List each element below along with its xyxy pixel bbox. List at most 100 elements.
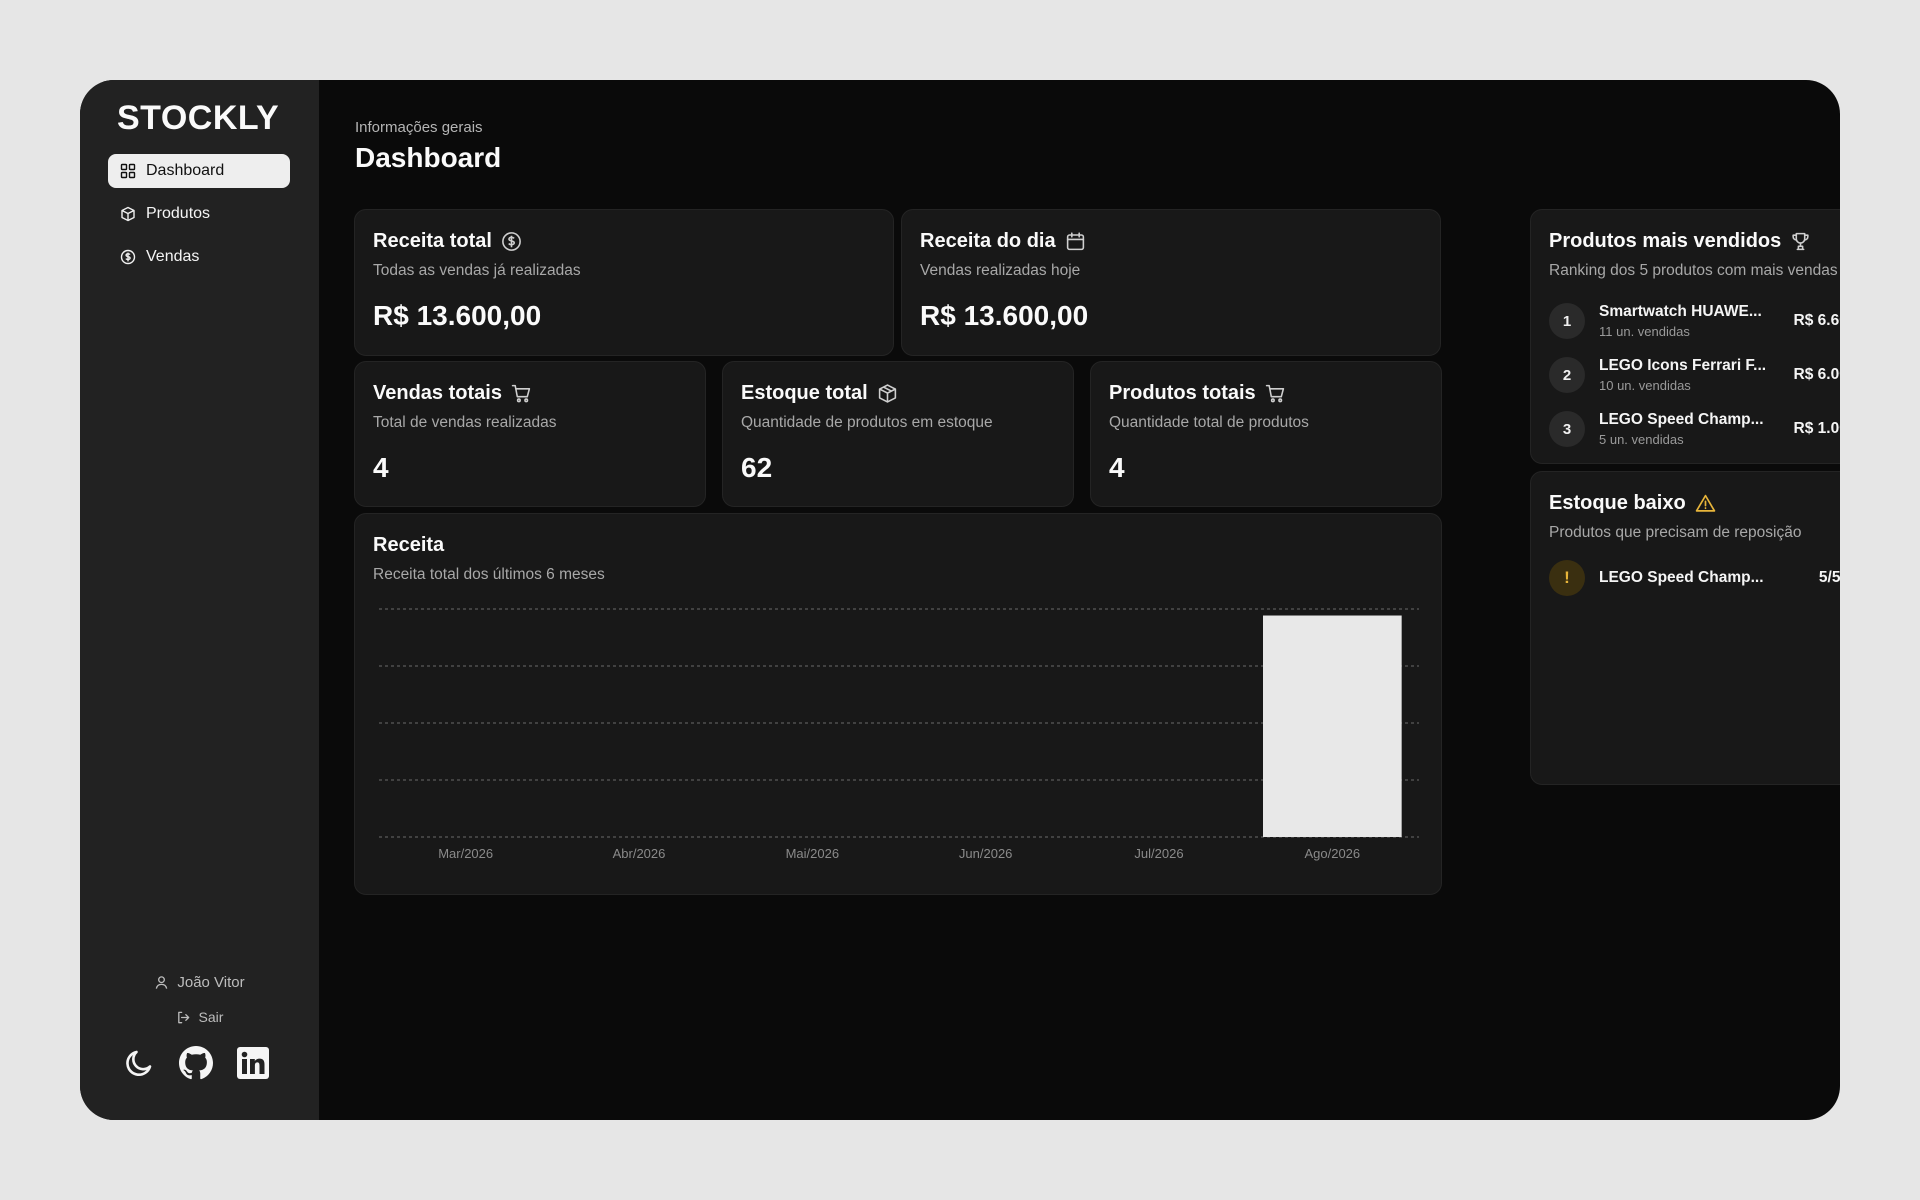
card-subtitle: Total de vendas realizadas [373, 414, 557, 431]
sidebar-item-dashboard[interactable]: Dashboard [108, 154, 290, 188]
page-eyebrow: Informações gerais [355, 119, 483, 136]
app-logo: STOCKLY [117, 99, 280, 137]
x-tick-label: Jun/2026 [959, 846, 1013, 861]
card-subtitle: Vendas realizadas hoje [920, 262, 1081, 279]
package-icon [878, 384, 896, 403]
card-title-text: Produtos mais vendidos [1549, 230, 1782, 252]
page-title: Dashboard [355, 142, 502, 173]
linkedin-link[interactable] [236, 1046, 270, 1080]
product-name: LEGO Icons Ferrari F... [1599, 357, 1767, 374]
product-revenue: R$ 6.000,00 [1793, 366, 1840, 383]
card-title: Produtos totais [1109, 382, 1286, 405]
sidebar-item-label: Produtos [146, 205, 211, 222]
user-icon [156, 975, 168, 989]
card-subtitle: Ranking dos 5 produtos com mais vendas [1549, 262, 1838, 279]
trophy-icon [1792, 232, 1809, 251]
sidebar-item-produtos[interactable]: Produtos [108, 197, 290, 231]
card-value: 4 [1109, 452, 1125, 483]
shopping-cart-icon [511, 384, 531, 403]
card-value: 62 [741, 452, 773, 483]
sidebar-item-label: Dashboard [146, 162, 225, 179]
product-qty: 11 un. vendidas [1599, 324, 1690, 339]
card-subtitle: Quantidade total de produtos [1109, 414, 1309, 431]
card-value: R$ 13.600,00 [920, 300, 1089, 331]
product-info: LEGO Speed Champ... 5 un. vendidas [1599, 411, 1779, 447]
list-item[interactable]: 3 LEGO Speed Champ... 5 un. vendidas R$ … [1549, 409, 1840, 449]
x-tick-label: Abr/2026 [613, 846, 666, 861]
stock-qty: 5/5 un. [1818, 569, 1840, 586]
card-produtos-totais: Produtos totais Quantidade total de prod… [1090, 361, 1442, 507]
card-subtitle: Quantidade de produtos em estoque [741, 414, 993, 431]
list-item[interactable]: ! LEGO Speed Champ... 5/5 un. [1549, 558, 1840, 598]
user-block: João Vitor Sair [80, 971, 319, 1041]
logout-label: Sair [198, 1009, 224, 1025]
logout-icon [177, 1011, 189, 1023]
card-top-products: Produtos mais vendidos Ranking dos 5 pro… [1530, 209, 1840, 464]
social-links [122, 1046, 270, 1080]
card-title-text: Vendas totais [373, 382, 502, 404]
card-title-text: Receita do dia [920, 230, 1056, 252]
x-tick-label: Jul/2026 [1134, 846, 1183, 861]
card-title-text: Receita total [373, 230, 492, 252]
card-vendas-totais: Vendas totais Total de vendas realizadas… [354, 361, 706, 507]
product-name: Smartwatch HUAWE... [1599, 303, 1762, 320]
x-tick-label: Ago/2026 [1304, 846, 1360, 861]
app-window: STOCKLY Dashboard Produtos Vendas João V… [80, 80, 1840, 1120]
card-receita-total: Receita total Todas as vendas já realiza… [354, 209, 894, 356]
rank-badge: 3 [1549, 411, 1585, 447]
x-tick-label: Mai/2026 [786, 846, 839, 861]
card-title-text: Produtos totais [1109, 382, 1256, 404]
card-title: Receita total [373, 230, 522, 253]
product-info: LEGO Icons Ferrari F... 10 un. vendidas [1599, 357, 1779, 393]
card-value: R$ 13.600,00 [373, 300, 542, 331]
card-value: 4 [373, 452, 389, 483]
product-revenue: R$ 6.600,00 [1793, 312, 1840, 329]
moon-icon [126, 1050, 152, 1076]
product-revenue: R$ 1.000,00 [1793, 420, 1840, 437]
logout-button[interactable]: Sair [80, 1006, 319, 1028]
main-content: Informações gerais Dashboard Receita tot… [319, 80, 1840, 1120]
revenue-bar-chart: Mar/2026 Abr/2026 Mai/2026 Jun/2026 Jul/2026… [379, 608, 1419, 861]
card-title: Receita do dia [920, 230, 1086, 253]
card-subtitle: Produtos que precisam de reposição [1549, 524, 1802, 541]
product-name: LEGO Speed Champ... [1599, 569, 1764, 586]
card-title-text: Estoque total [741, 382, 868, 404]
linkedin-icon [237, 1047, 269, 1079]
card-title: Estoque total [741, 382, 898, 405]
sidebar-nav: Dashboard Produtos Vendas [108, 154, 290, 283]
x-tick-label: Mar/2026 [438, 846, 493, 861]
rank-badge: 2 [1549, 357, 1585, 393]
warning-badge: ! [1549, 560, 1585, 596]
calendar-icon [1066, 232, 1084, 251]
sidebar-item-vendas[interactable]: Vendas [108, 240, 290, 274]
card-revenue-chart: Receita Receita total dos últimos 6 mese… [354, 513, 1442, 895]
rank-badge: 1 [1549, 303, 1585, 339]
theme-toggle-button[interactable] [122, 1046, 156, 1080]
sidebar-item-label: Vendas [146, 248, 200, 265]
card-title: Vendas totais [373, 382, 532, 405]
product-name: LEGO Speed Champ... [1599, 411, 1764, 428]
github-link[interactable] [179, 1046, 213, 1080]
card-subtitle: Todas as vendas já realizadas [373, 262, 581, 279]
warning-icon [1695, 494, 1715, 512]
grid-icon [120, 163, 136, 179]
chart-bar-ago-2026[interactable] [1263, 615, 1402, 837]
card-title-text: Estoque baixo [1549, 492, 1686, 514]
user-profile: João Vitor [80, 971, 319, 993]
dollar-circle-icon [502, 232, 521, 251]
dollar-circle-icon [120, 249, 136, 265]
product-qty: 10 un. vendidas [1599, 378, 1691, 393]
card-low-stock: Estoque baixo Produtos que precisam de r… [1530, 471, 1840, 785]
card-title: Produtos mais vendidos [1549, 230, 1811, 253]
card-title: Estoque baixo [1549, 492, 1716, 515]
card-estoque-total: Estoque total Quantidade de produtos em … [722, 361, 1074, 507]
product-info: LEGO Speed Champ... [1599, 569, 1779, 587]
package-icon [121, 206, 135, 222]
user-name: João Vitor [177, 973, 245, 991]
github-icon [179, 1046, 213, 1080]
card-receita-dia: Receita do dia Vendas realizadas hoje R$… [901, 209, 1441, 356]
product-info: Smartwatch HUAWE... 11 un. vendidas [1599, 303, 1779, 339]
list-item[interactable]: 1 Smartwatch HUAWE... 11 un. vendidas R$… [1549, 301, 1840, 341]
list-item[interactable]: 2 LEGO Icons Ferrari F... 10 un. vendida… [1549, 355, 1840, 395]
shopping-cart-icon [1265, 384, 1284, 403]
